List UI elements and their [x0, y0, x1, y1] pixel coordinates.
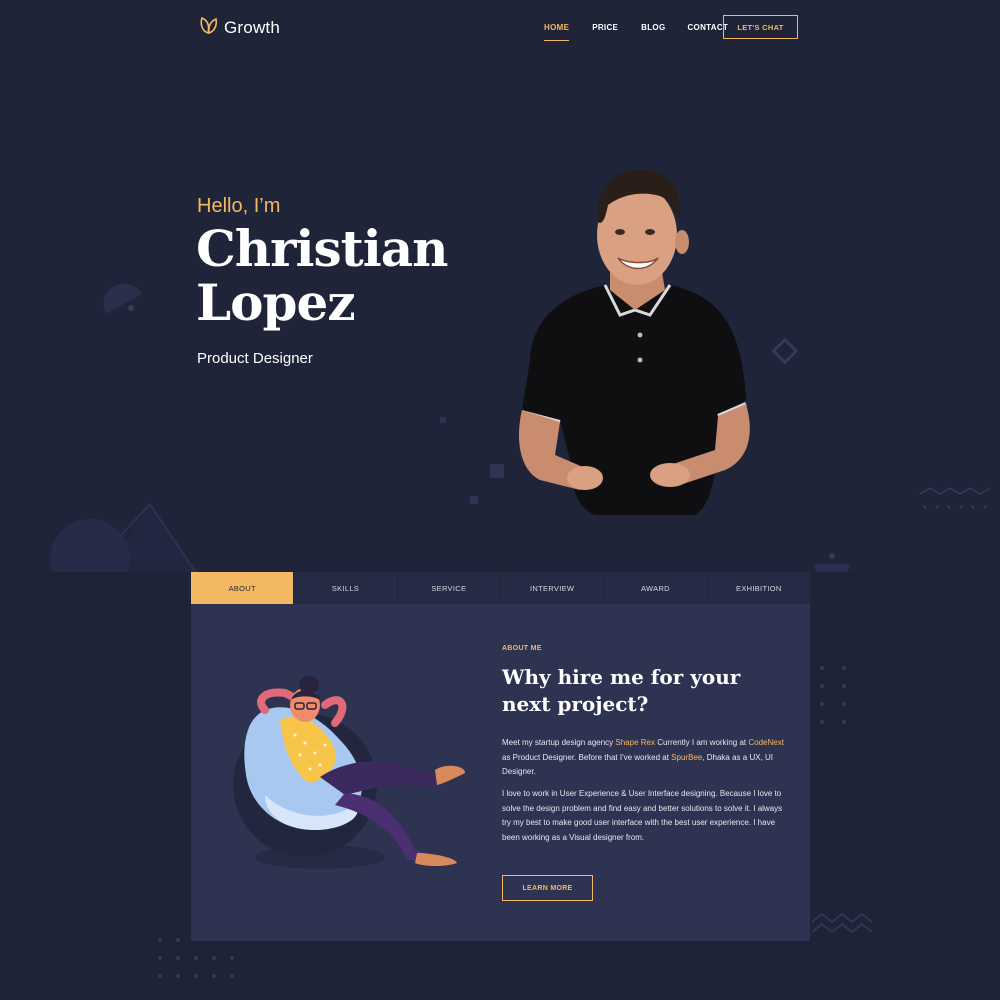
leaf-icon	[198, 14, 220, 41]
tab-skills[interactable]: SKILLS	[294, 572, 398, 604]
tab-exhibition[interactable]: EXHIBITION	[708, 572, 810, 604]
lets-chat-button[interactable]: LET'S CHAT	[723, 15, 798, 39]
brand-logo[interactable]: Growth	[198, 14, 280, 41]
p1-text-a: Meet my startup design agency	[502, 738, 616, 747]
codenext-link[interactable]: CodeNext	[748, 738, 784, 747]
tab-award[interactable]: AWARD	[604, 572, 708, 604]
portrait-photo	[519, 169, 750, 515]
p1-text-c: as Product Designer. Before that I've wo…	[502, 752, 672, 762]
section-tabs: ABOUT SKILLS SERVICE INTERVIEW AWARD EXH…	[191, 572, 810, 604]
nav-item-contact[interactable]: CONTACT	[687, 23, 728, 32]
learn-more-button[interactable]: LEARN MORE	[502, 875, 593, 901]
tab-service[interactable]: SERVICE	[398, 572, 501, 604]
hero-section	[0, 0, 1000, 572]
nav-item-price[interactable]: PRICE	[592, 23, 618, 32]
tab-about[interactable]: ABOUT	[191, 572, 295, 604]
hero-name: Christian Lopez	[196, 219, 448, 332]
logo-text: Growth	[224, 17, 280, 37]
shape-rex-link[interactable]: Shape Rex	[615, 738, 655, 747]
nav-item-home[interactable]: HOME	[544, 23, 570, 41]
nav-item-blog[interactable]: BLOG	[641, 23, 665, 32]
spurbee-link[interactable]: SpurBee	[671, 753, 702, 762]
hero-role: Product Designer	[197, 350, 313, 367]
tab-interview[interactable]: INTERVIEW	[501, 572, 605, 604]
about-title: Why hire me for your next project?	[502, 665, 741, 716]
about-label: ABOUT ME	[502, 645, 542, 652]
main-nav: HOME PRICE BLOG CONTACT	[544, 23, 728, 41]
p1-text-b: Currently I am working at	[654, 738, 749, 747]
about-paragraph-1: Meet my startup design agency Shape Rex …	[502, 736, 787, 780]
hero-first-name: Christian	[196, 219, 448, 278]
relaxing-person-illustration	[233, 676, 465, 869]
hero-last-name: Lopez	[196, 273, 356, 332]
hero-decoration	[50, 283, 991, 572]
about-paragraph-2: I love to work in User Experience & User…	[502, 789, 783, 842]
hero-greeting: Hello, I’m	[197, 195, 281, 217]
